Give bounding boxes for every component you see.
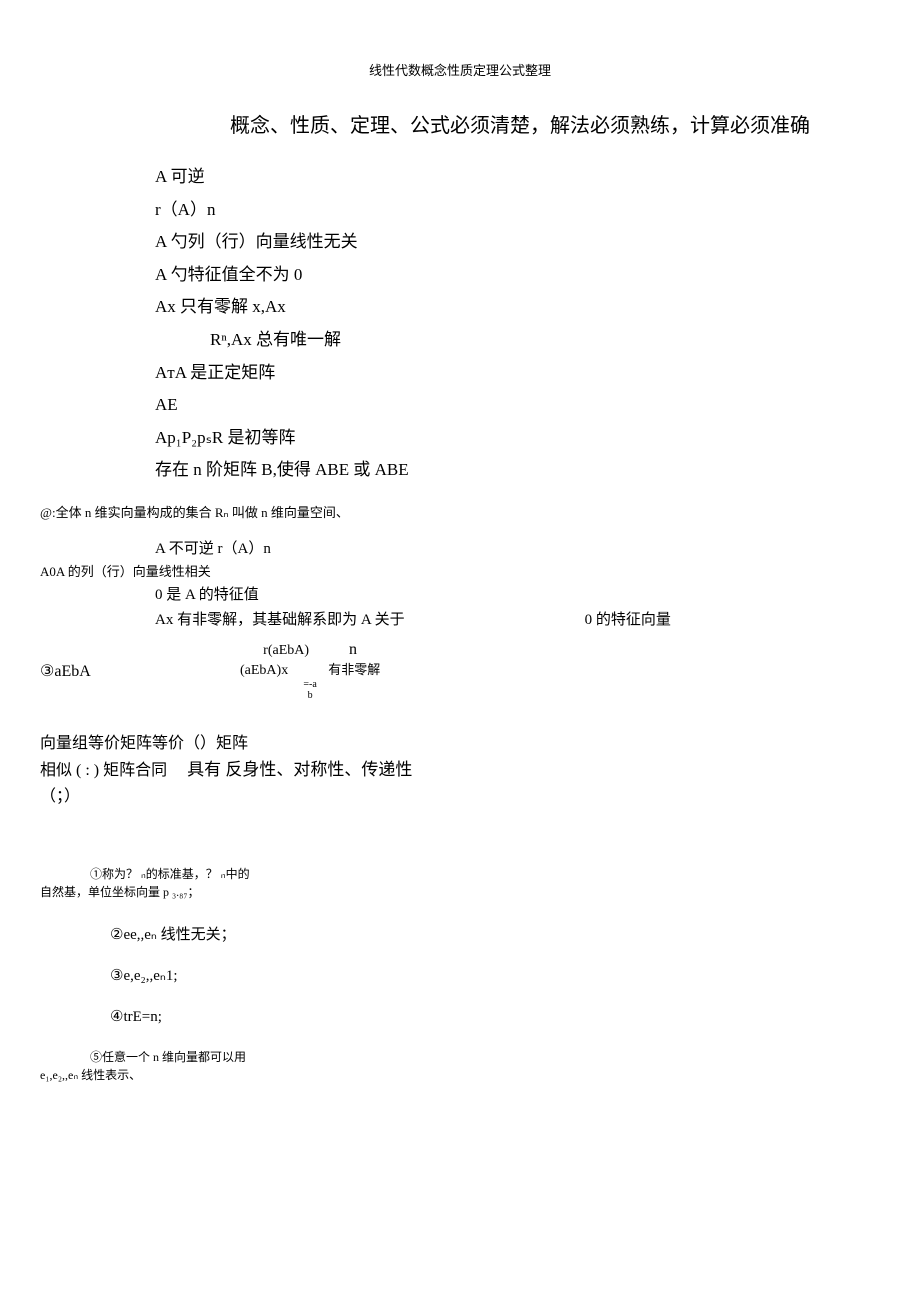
list-item: A 勺列（行）向量线性无关 (155, 227, 880, 258)
invertible-conditions-list: A 可逆 r（A）n A 勺列（行）向量线性无关 A 勺特征值全不为 0 Ax … (155, 162, 880, 486)
std-item-5: ⑤任意一个 n 维向量都可以用 e₁,e₂,,eₙ 线性表示、 (90, 1048, 880, 1084)
std-item-3: ③e,e₂,,eₙ1; (110, 966, 880, 985)
std-text: ③e,e₂,,eₙ1; (110, 968, 178, 984)
equiv-line: （；） (40, 784, 880, 810)
std-text: ②ee,,eₙ 线性无关； (110, 927, 236, 943)
list-item: Ax 只有零解 x,Ax (155, 292, 880, 323)
frac-tiny1: =-a (303, 679, 316, 690)
page-header: 线性代数概念性质定理公式整理 (40, 60, 880, 79)
fraction-expression: ③aEbA r(aEbA) n (aEbA)x 有非零解 =-a b (40, 641, 880, 701)
list-item-sub: Rⁿ,Ax 总有唯一解 (210, 325, 880, 356)
noninv-text-b: 0 的特征向量 (585, 608, 671, 629)
vector-space-note: @:全体 n 维实向量构成的集合 Rₙ 叫做 n 维向量空间、 (40, 502, 880, 521)
standard-basis-block: ①称为？ ₙ的标准基，？ ₙ中的 自然基，单位坐标向量 p ₃.₈₇； (90, 865, 880, 901)
frac-mid-text: (aEbA)x (240, 663, 288, 679)
list-item: A 勺特征值全不为 0 (155, 260, 880, 291)
noninv-text-a: Ax 有非零解，其基础解系即为 A 关于 (155, 608, 405, 629)
noninv-line: A 不可逆 r（A）n (155, 537, 880, 558)
equiv-left: 相似 ( : ) 矩阵合同 (40, 758, 167, 784)
noninv-line: A0A 的列（行）向量线性相关 (40, 562, 880, 583)
frac-left-label: ③aEbA (40, 661, 130, 681)
main-statement: 概念、性质、定理、公式必须清楚，解法必须熟练，计算必须准确 (160, 109, 880, 138)
frac-middle: r(aEbA) n (aEbA)x 有非零解 =-a b (240, 641, 380, 701)
list-item: A 可逆 (155, 162, 880, 193)
equiv-right: 具有 反身性、对称性、传递性 (187, 756, 412, 783)
std-line: ①称为？ ₙ的标准基，？ ₙ中的 (90, 865, 880, 883)
std-line: 自然基，单位坐标向量 p ₃.₈₇； (40, 883, 880, 901)
std-item-4: ④trE=n; (110, 1007, 880, 1026)
frac-tiny2: b (308, 690, 313, 701)
std-line: ⑤任意一个 n 维向量都可以用 (90, 1048, 880, 1066)
list-item: Ap₁P₂pₛR 是初等阵 (155, 423, 880, 454)
noninvertible-block: A 不可逆 r（A）n A0A 的列（行）向量线性相关 0 是 A 的特征值 A… (40, 537, 880, 629)
noninv-line: 0 是 A 的特征值 (155, 583, 880, 604)
std-line: e₁,e₂,,eₙ 线性表示、 (40, 1066, 880, 1084)
list-item: 存在 n 阶矩阵 B,使得 ABE 或 ABE (155, 455, 880, 486)
equivalence-block: 向量组等价矩阵等价（）矩阵 相似 ( : ) 矩阵合同 具有 反身性、对称性、传… (40, 731, 880, 810)
noninv-line: Ax 有非零解，其基础解系即为 A 关于 0 的特征向量 (155, 608, 880, 629)
frac-top: r(aEbA) (263, 643, 309, 659)
equiv-line: 向量组等价矩阵等价（）矩阵 (40, 731, 880, 757)
std-item-2: ②ee,,eₙ 线性无关； (110, 923, 880, 944)
std-text: ④trE=n; (110, 1009, 162, 1025)
frac-n: n (349, 641, 357, 659)
list-item: AE (155, 390, 880, 421)
list-item: AᴛA 是正定矩阵 (155, 358, 880, 389)
list-item: r（A）n (155, 195, 880, 226)
frac-right-text: 有非零解 (328, 659, 380, 678)
